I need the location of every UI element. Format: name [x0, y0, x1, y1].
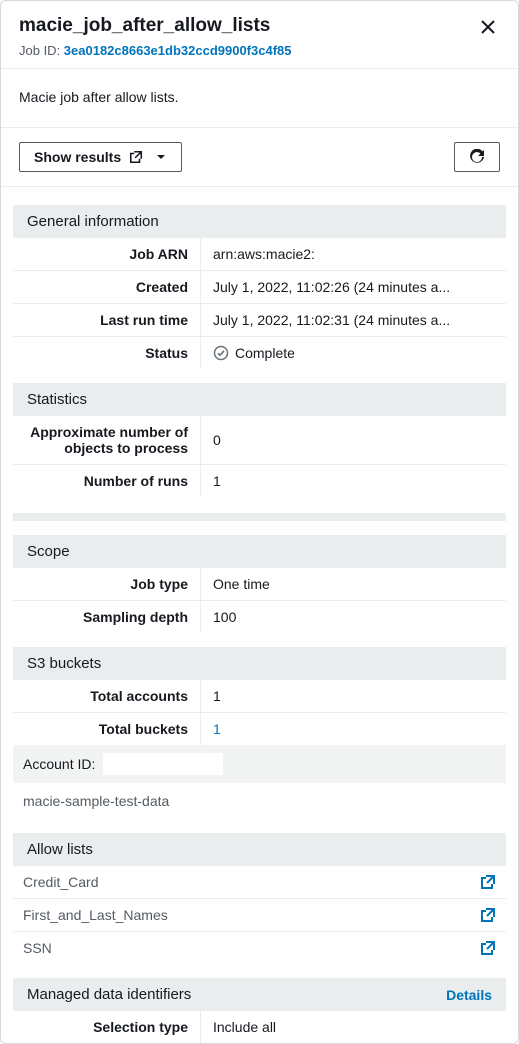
s3-table: Total accounts 1 Total buckets 1 [13, 680, 506, 745]
row-created: Created July 1, 2022, 11:02:26 (24 minut… [13, 271, 506, 304]
job-id-link[interactable]: 3ea0182c8663e1db32ccd9900f3c4f85 [64, 43, 292, 58]
allow-list-item: First_and_Last_Names [13, 899, 506, 932]
allow-list-item: SSN [13, 932, 506, 964]
actions-row: Show results [1, 128, 518, 187]
value-sampling-depth: 100 [201, 601, 506, 633]
row-approx-objects: Approximate number of objects to process… [13, 416, 506, 465]
job-details-panel: macie_job_after_allow_lists Job ID: 3ea0… [0, 0, 519, 1044]
statistics-table: Approximate number of objects to process… [13, 416, 506, 497]
scope-table: Job type One time Sampling depth 100 [13, 568, 506, 633]
section-s3: S3 buckets Total accounts 1 Total bucket… [1, 647, 518, 819]
label-runs: Number of runs [13, 465, 201, 497]
value-selection-type: Include all [201, 1011, 506, 1043]
account-id-label: Account ID: [23, 756, 95, 772]
value-job-arn: arn:aws:macie2: [201, 238, 506, 270]
details-link[interactable]: Details [446, 987, 492, 1003]
section-header-allow-lists: Allow lists [13, 833, 506, 866]
account-id-value [103, 753, 223, 775]
value-total-buckets[interactable]: 1 [201, 713, 506, 745]
allow-list-name: Credit_Card [23, 874, 98, 890]
account-id-row: Account ID: [13, 745, 506, 783]
value-job-type: One time [201, 568, 506, 600]
value-approx-objects: 0 [201, 416, 506, 464]
section-header-managed-ids: Managed data identifiers Details [13, 978, 506, 1011]
label-sampling-depth: Sampling depth [13, 601, 201, 633]
value-created: July 1, 2022, 11:02:26 (24 minutes a... [201, 271, 506, 303]
external-link-icon[interactable] [480, 907, 496, 923]
section-allow-lists: Allow lists Credit_Card First_and_Last_N… [1, 833, 518, 964]
status-text: Complete [235, 345, 295, 361]
row-total-buckets: Total buckets 1 [13, 713, 506, 745]
row-job-arn: Job ARN arn:aws:macie2: [13, 238, 506, 271]
row-selection-type: Selection type Include all [13, 1011, 506, 1043]
label-job-type: Job type [13, 568, 201, 600]
caret-down-icon [155, 151, 167, 163]
section-header-scope: Scope [13, 535, 506, 568]
external-link-icon[interactable] [480, 940, 496, 956]
row-last-run: Last run time July 1, 2022, 11:02:31 (24… [13, 304, 506, 337]
allow-lists-block: Credit_Card First_and_Last_Names SSN [13, 866, 506, 964]
external-link-icon [129, 150, 143, 164]
external-link-icon[interactable] [480, 874, 496, 890]
section-scope: Scope Job type One time Sampling depth 1… [1, 535, 518, 633]
label-last-run: Last run time [13, 304, 201, 336]
row-job-type: Job type One time [13, 568, 506, 601]
refresh-icon [469, 149, 485, 165]
value-last-run: July 1, 2022, 11:02:31 (24 minutes a... [201, 304, 506, 336]
value-status: Complete [201, 337, 506, 369]
allow-list-name: First_and_Last_Names [23, 907, 168, 923]
label-approx-objects: Approximate number of objects to process [13, 416, 201, 464]
section-header-s3: S3 buckets [13, 647, 506, 680]
job-id-label: Job ID: [19, 43, 64, 58]
section-general: General information Job ARN arn:aws:maci… [1, 205, 518, 369]
close-icon [480, 19, 496, 35]
close-button[interactable] [476, 15, 500, 39]
label-status: Status [13, 337, 201, 369]
row-runs: Number of runs 1 [13, 465, 506, 497]
label-created: Created [13, 271, 201, 303]
label-job-arn: Job ARN [13, 238, 201, 270]
job-description: Macie job after allow lists. [1, 69, 518, 128]
section-managed-ids: Managed data identifiers Details Selecti… [1, 978, 518, 1043]
value-runs: 1 [201, 465, 506, 497]
show-results-label: Show results [34, 149, 121, 165]
row-status: Status Complete [13, 337, 506, 369]
section-statistics: Statistics Approximate number of objects… [1, 383, 518, 497]
general-table: Job ARN arn:aws:macie2: Created July 1, … [13, 238, 506, 369]
row-total-accounts: Total accounts 1 [13, 680, 506, 713]
label-total-buckets: Total buckets [13, 713, 201, 745]
section-header-statistics: Statistics [13, 383, 506, 416]
row-sampling-depth: Sampling depth 100 [13, 601, 506, 633]
section-header-general: General information [13, 205, 506, 238]
allow-list-item: Credit_Card [13, 866, 506, 899]
page-title: macie_job_after_allow_lists [19, 15, 270, 37]
label-selection-type: Selection type [13, 1011, 201, 1043]
managed-ids-table: Selection type Include all [13, 1011, 506, 1043]
section-divider [13, 513, 506, 521]
refresh-button[interactable] [454, 142, 500, 172]
check-circle-icon [213, 345, 229, 361]
bucket-name: macie-sample-test-data [13, 783, 506, 819]
allow-list-name: SSN [23, 940, 52, 956]
show-results-button[interactable]: Show results [19, 142, 182, 172]
value-total-accounts: 1 [201, 680, 506, 712]
managed-ids-title: Managed data identifiers [27, 986, 191, 1003]
job-id-row: Job ID: 3ea0182c8663e1db32ccd9900f3c4f85 [19, 43, 500, 58]
label-total-accounts: Total accounts [13, 680, 201, 712]
panel-header: macie_job_after_allow_lists Job ID: 3ea0… [1, 1, 518, 69]
